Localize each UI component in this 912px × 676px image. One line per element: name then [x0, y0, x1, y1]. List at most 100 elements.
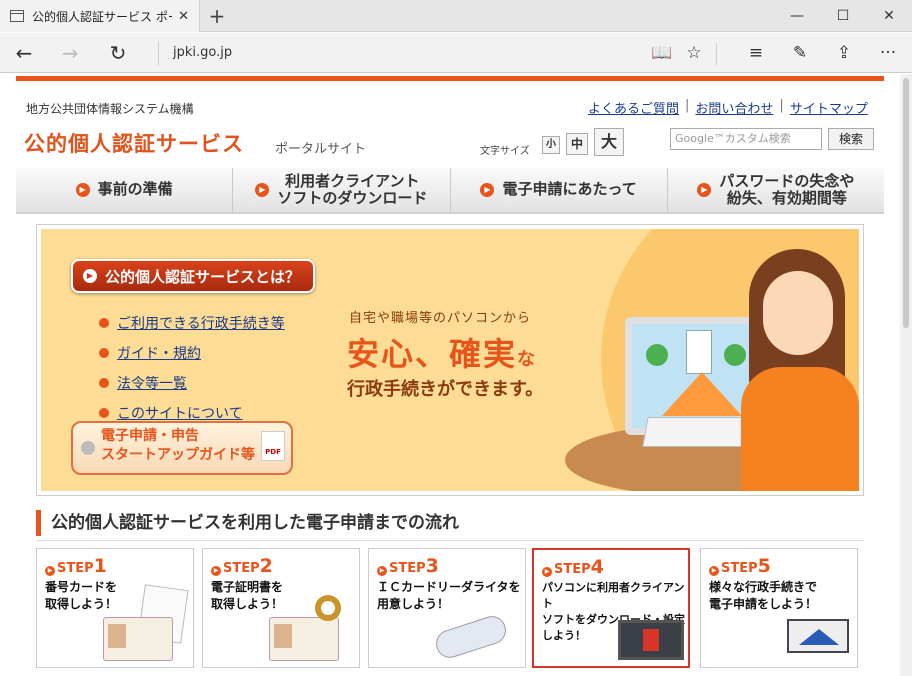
photo-icon	[274, 624, 292, 648]
sitemap-link[interactable]: サイトマップ	[790, 98, 868, 117]
faq-link[interactable]: よくあるご質問	[588, 98, 679, 117]
search-input[interactable]: Google™カスタム検索	[670, 128, 822, 150]
banner-inner: ▶ 公的個人認証サービスとは？ ご利用できる行政手続き等 ガイド・規約 法令等一覧…	[41, 229, 859, 491]
step-2-card[interactable]: ▶ STEP2 電子証明書を 取得しよう！	[202, 548, 360, 668]
nav-label: 事前の準備	[97, 180, 173, 199]
toolbar-divider	[716, 43, 717, 65]
forward-button[interactable]: →	[52, 33, 88, 73]
new-tab-button[interactable]: +	[206, 5, 228, 27]
tree-icon	[646, 344, 668, 366]
id-card-icon	[103, 617, 173, 661]
link-label: このサイトについて	[117, 406, 243, 422]
step-4-card[interactable]: ▶ STEP4 パソコンに利用者クライアント ソフトをダウンロード・設定 しよう！	[532, 548, 690, 668]
font-size-small-button[interactable]: 小	[542, 136, 560, 154]
favorite-icon[interactable]: ☆	[678, 33, 710, 73]
search-button[interactable]: 検索	[828, 128, 874, 150]
step-label: ▶ STEP5	[709, 555, 771, 577]
step-word: STEP	[721, 561, 758, 576]
nav-label: 電子申請にあたって	[502, 180, 637, 199]
tab-title: 公的個人認証サービス ポー	[32, 9, 173, 24]
what-is-service-button[interactable]: ▶ 公的個人認証サービスとは？	[71, 259, 315, 293]
vertical-scrollbar[interactable]	[900, 74, 912, 676]
play-icon	[81, 441, 95, 455]
step-number: 5	[757, 555, 771, 577]
nav-password[interactable]: ▶ パスワードの失念や 紛失、有効期間等	[668, 168, 884, 212]
nav-label: 利用者クライアント ソフトのダウンロード	[277, 171, 428, 207]
arrow-icon: ▶	[75, 183, 90, 197]
about-site-link[interactable]: このサイトについて	[99, 403, 285, 423]
laws-link[interactable]: 法令等一覧	[99, 373, 285, 393]
bullet-icon	[99, 378, 109, 388]
site-subtitle: ポータルサイト	[275, 142, 367, 157]
step-number: 2	[259, 555, 273, 577]
guide-link[interactable]: ガイド・規約	[99, 343, 285, 363]
laptop-upload-icon	[787, 619, 849, 653]
step-3-card[interactable]: ▶ STEP3 ＩＣカードリーダライタを 用意しよう！	[368, 548, 526, 668]
nav-preparation[interactable]: ▶ 事前の準備	[16, 168, 234, 212]
step-1-card[interactable]: ▶ STEP1 番号カードを 取得しよう！	[36, 548, 194, 668]
download-arrow-icon	[643, 629, 659, 651]
reading-view-icon[interactable]: 📖	[646, 33, 678, 73]
flow-divider	[36, 540, 864, 541]
tagline-main: 安心、確実な	[347, 329, 537, 375]
tagline-top: 自宅や職場等のパソコンから	[349, 311, 532, 326]
address-bar: ← → ↻ jpki.go.jp 📖 ☆ ≡ ✎ ⇪ ···	[0, 33, 912, 73]
step-number: 1	[93, 555, 107, 577]
step-5-card[interactable]: ▶ STEP5 様々な行政手続きで 電子申請をしよう！	[700, 548, 858, 668]
pdf-icon: PDF	[261, 431, 285, 461]
id-card-icon	[269, 617, 339, 661]
key-icon	[315, 595, 341, 621]
upload-arrow-icon	[799, 629, 839, 645]
arrow-icon: ▶	[255, 183, 270, 197]
hub-icon[interactable]: ≡	[740, 33, 772, 73]
scrollbar-thumb[interactable]	[903, 78, 909, 328]
link-label: ご利用できる行政手続き等	[117, 316, 285, 332]
refresh-button[interactable]: ↻	[100, 33, 136, 73]
contact-link[interactable]: お問い合わせ	[695, 98, 773, 117]
step-description: 電子証明書を 取得しよう！	[211, 580, 284, 612]
card-reader-icon	[432, 612, 510, 662]
organization-name: 地方公共団体情報システム機構	[26, 102, 194, 116]
step-label: ▶ STEP3	[377, 555, 439, 577]
arrow-icon: ▶	[542, 567, 552, 577]
face-shape	[763, 271, 833, 355]
startup-guide-button[interactable]: 電子申請・申告 スタートアップガイド等 PDF	[71, 421, 293, 475]
arrow-icon: ▶	[377, 566, 387, 576]
woman-illustration	[741, 249, 859, 491]
web-note-icon[interactable]: ✎	[784, 33, 816, 73]
global-nav: ▶ 事前の準備 ▶ 利用者クライアント ソフトのダウンロード ▶ 電子申請にあたって …	[16, 168, 884, 214]
font-size-label: 文字サイズ	[480, 146, 530, 157]
link-separator: |	[779, 98, 784, 113]
window-close-button[interactable]: ✕	[866, 0, 912, 32]
step-label: ▶ STEP2	[211, 555, 273, 577]
arrow-icon: ▶	[697, 183, 712, 197]
nav-e-application[interactable]: ▶ 電子申請にあたって	[451, 168, 668, 212]
site-title[interactable]: 公的個人認証サービス	[24, 128, 244, 158]
body-shape	[741, 367, 859, 491]
main-banner: ▶ 公的個人認証サービスとは？ ご利用できる行政手続き等 ガイド・規約 法令等一覧…	[36, 224, 864, 496]
maximize-button[interactable]: ☐	[820, 0, 866, 32]
tab-close-icon[interactable]: ✕	[178, 9, 189, 24]
nav-client-download[interactable]: ▶ 利用者クライアント ソフトのダウンロード	[233, 168, 451, 212]
procedures-link[interactable]: ご利用できる行政手続き等	[99, 313, 285, 333]
utility-links: よくあるご質問 | お問い合わせ | サイトマップ	[588, 98, 868, 117]
url-field[interactable]: jpki.go.jp	[158, 41, 232, 65]
link-separator: |	[685, 98, 690, 113]
minimize-button[interactable]: —	[774, 0, 820, 32]
browser-tab[interactable]: 公的個人認証サービス ポー ✕	[0, 0, 200, 32]
back-button[interactable]: ←	[6, 33, 42, 73]
font-size-large-button[interactable]: 大	[594, 128, 624, 156]
step-label: ▶ STEP4	[542, 556, 604, 578]
arrow-icon: ▶	[45, 566, 55, 576]
font-size-medium-button[interactable]: 中	[566, 133, 588, 155]
banner-links: ご利用できる行政手続き等 ガイド・規約 法令等一覧 このサイトについて	[99, 313, 285, 433]
more-icon[interactable]: ···	[872, 33, 904, 73]
link-label: 法令等一覧	[117, 376, 187, 392]
bullet-icon	[99, 348, 109, 358]
photo-icon	[108, 624, 126, 648]
download-pc-icon	[618, 620, 684, 660]
share-icon[interactable]: ⇪	[828, 33, 860, 73]
upload-arrow-icon	[662, 372, 742, 416]
link-label: ガイド・規約	[117, 346, 201, 362]
step-label: ▶ STEP1	[45, 555, 107, 577]
